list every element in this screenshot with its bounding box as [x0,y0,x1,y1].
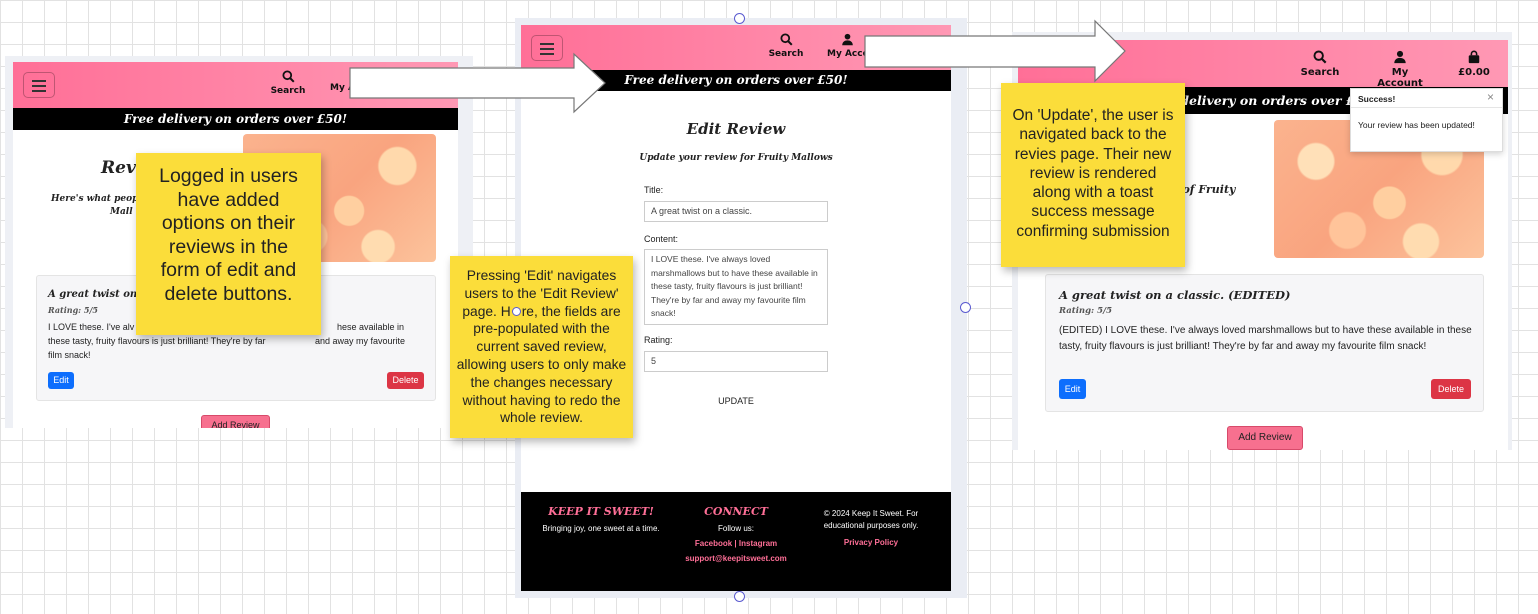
annotation-note-3: On 'Update', the user is navigated back … [1001,83,1185,267]
content-label: Content: [644,234,679,244]
footer-tagline: Bringing joy, one sweet at a time. [542,524,660,533]
review-body-line3: film snack! [48,350,91,360]
site-footer: KEEP IT SWEET! Bringing joy, one sweet a… [521,492,951,591]
review-card: A great twist on a classic. (EDITED) Rat… [1045,274,1484,412]
footer-connect-heading: CONNECT [704,505,768,518]
search-icon [1313,50,1327,64]
facebook-link[interactable]: Facebook [695,539,732,548]
footer-legal-col: © 2024 Keep It Sweet. For educational pu… [811,508,931,549]
instagram-link[interactable]: Instagram [739,539,777,548]
footer-copyright: © 2024 Keep It Sweet. For educational pu… [823,509,919,530]
review-body-line2-left: these tasty, fruity flavours is just bri… [48,336,266,346]
toast-header: Success! × [1351,89,1502,108]
title-label: Title: [644,185,664,195]
bag-icon [1468,50,1480,64]
note2-line3-b: re, the fields are [521,303,621,319]
nav-search[interactable]: Search [268,70,308,96]
note2-rest: pre-populated with the current saved rev… [456,321,627,426]
add-review-button[interactable]: Add Review [1227,426,1303,450]
delivery-banner-text: Free delivery on orders over £50! [123,112,348,126]
selection-handle[interactable] [960,302,971,313]
nav-search-label: Search [768,49,804,59]
arrow-right-icon [864,19,1126,83]
nav-search[interactable]: Search [1298,50,1342,78]
arrow-right-icon [349,52,606,114]
nav-search-label: Search [1300,67,1340,78]
review-body-line1-left: I LOVE these. I've alv [48,322,135,332]
close-icon[interactable]: × [1487,90,1494,104]
review-body-line2-right: and away my favourite [315,336,406,346]
page-subtitle: Here's what people [51,194,148,204]
review-rating: Rating: 5/5 [1059,306,1113,316]
delete-button[interactable]: Delete [1431,379,1471,399]
toast-title: Success! [1358,94,1396,104]
review-body: (EDITED) I LOVE these. I've always loved… [1059,325,1472,352]
review-rating: Rating: 5/5 [48,305,98,315]
selection-handle[interactable] [734,591,745,602]
search-icon [779,33,792,46]
nav-search[interactable]: Search [766,33,806,59]
footer-connect-col: CONNECT Follow us: Facebook | Instagram … [671,504,801,566]
update-button[interactable]: UPDATE [701,393,771,409]
annotation-note-2: Pressing 'Edit' navigates users to the '… [450,256,633,438]
footer-follow-label: Follow us: [717,524,754,533]
nav-account[interactable]: My Account [1368,50,1432,89]
edit-button[interactable]: Edit [48,372,74,389]
note2-line2: users to the 'Edit Review' [464,285,619,301]
success-toast: Success! × Your review has been updated! [1350,88,1503,152]
edit-button[interactable]: Edit [1059,379,1086,399]
user-icon [1394,50,1406,64]
edit-review-subheading: Update your review for Fruity Mallows [639,153,833,163]
page-subtitle-line2: Mall [110,207,133,217]
support-email-link[interactable]: support@keepitsweet.com [671,551,801,566]
toast-message: Your review has been updated! [1358,120,1475,130]
selection-handle[interactable] [734,13,745,24]
social-separator: | [732,539,739,548]
user-icon [842,33,854,46]
review-title: A great twist on a classic. (EDITED) [1059,288,1291,302]
review-body-line1-right: hese available in [337,322,405,332]
rating-label: Rating: [644,335,673,345]
menu-icon[interactable] [23,72,55,98]
nav-search-label: Search [270,86,306,96]
nav-basket-total: £0.00 [1458,67,1490,78]
connector-handle [511,307,521,317]
nav-basket[interactable]: £0.00 [1454,50,1494,78]
search-icon [281,70,294,83]
rating-input[interactable]: 5 [644,351,828,372]
privacy-policy-link[interactable]: Privacy Policy [811,537,931,549]
edit-review-heading: Edit Review [686,120,786,138]
content-textarea[interactable]: I LOVE these. I've always loved marshmal… [644,249,828,325]
title-input[interactable]: A great twist on a classic. [644,201,828,222]
note2-line1: Pressing 'Edit' navigates [466,268,617,283]
annotation-note-1: Logged in users have added options on th… [136,153,321,335]
footer-brand: KEEP IT SWEET! [548,505,654,518]
delivery-banner-text: Free delivery on orders over £50! [624,73,848,87]
note2-line3-a: page. H [462,303,511,319]
delete-button[interactable]: Delete [387,372,424,389]
add-review-button[interactable]: Add Review [201,415,270,428]
footer-brand-col: KEEP IT SWEET! Bringing joy, one sweet a… [541,504,661,534]
nav-account-label: My Account [1377,67,1423,89]
note2-line3: page. H re, the fields are [456,303,627,321]
delivery-banner-text: e delivery on orders over £ [1168,93,1355,108]
footer-social-links: Facebook | Instagram [671,536,801,551]
